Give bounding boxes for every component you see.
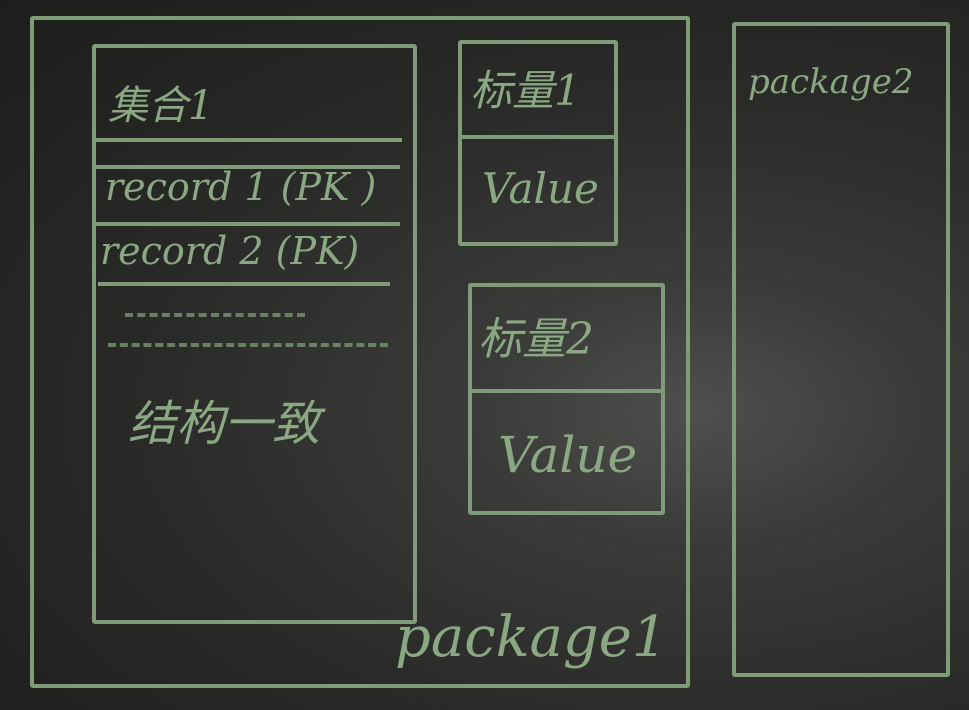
record-1-divider-bottom xyxy=(92,222,400,226)
scalar-2-divider xyxy=(468,389,665,393)
ellipsis-row-2 xyxy=(108,343,388,347)
record-1: record 1 (PK ) xyxy=(105,165,377,209)
scalar-2-title: 标量2 xyxy=(478,314,594,365)
scalar-2-value: Value xyxy=(498,426,638,484)
collection-note: 结构一致 xyxy=(128,396,321,452)
package2-label: package2 xyxy=(748,62,914,102)
collection-box xyxy=(92,44,417,624)
scalar-1-value: Value xyxy=(482,164,599,213)
collection-title: 集合1 xyxy=(108,83,214,129)
package2-box xyxy=(732,22,950,677)
record-2: record 2 (PK) xyxy=(100,229,360,273)
record-2-divider-bottom xyxy=(98,282,390,286)
scalar-1-divider xyxy=(458,135,618,139)
package1-label: package1 xyxy=(395,605,668,670)
scalar-1-title: 标量1 xyxy=(470,66,581,115)
ellipsis-row-1 xyxy=(125,313,305,317)
collection-header-divider xyxy=(92,138,402,142)
